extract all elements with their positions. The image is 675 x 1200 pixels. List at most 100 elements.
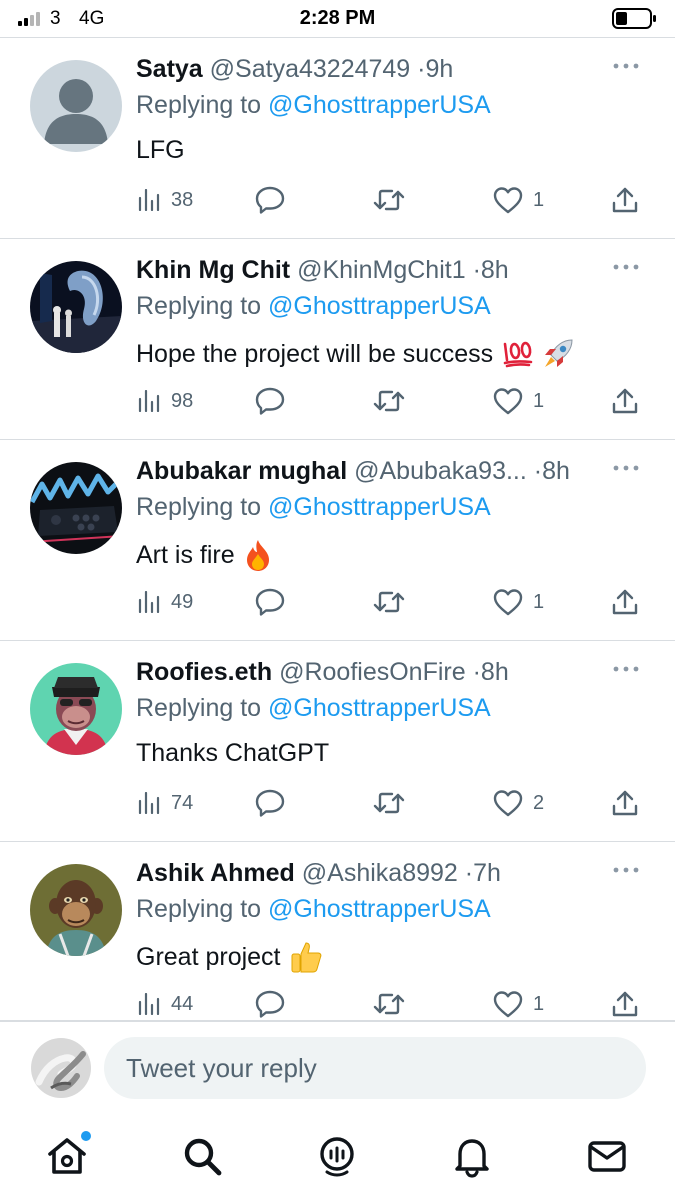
tweet-body: Hope the project will be success: [136, 339, 494, 368]
new-content-indicator: [81, 1131, 91, 1141]
user-handle[interactable]: @RoofiesOnFire: [279, 658, 466, 686]
tab-notifications[interactable]: [450, 1134, 494, 1178]
reply-tweet[interactable]: Abubakar mughal @Abubaka93... ·8h Replyi…: [0, 440, 675, 641]
avatar[interactable]: [30, 864, 122, 956]
user-handle[interactable]: @Ashika8992: [302, 859, 458, 887]
ape-avatar-olive-image: [30, 864, 122, 956]
views-button[interactable]: 38: [137, 180, 193, 220]
hundred-points-emoji: [503, 341, 533, 368]
timestamp[interactable]: 8h: [481, 658, 509, 686]
like-count: 1: [533, 188, 545, 211]
mention-link[interactable]: @GhosttrapperUSA: [268, 292, 491, 320]
avatar[interactable]: [30, 261, 122, 353]
tab-home[interactable]: [45, 1131, 91, 1178]
user-handle[interactable]: @Satya43224749: [210, 55, 411, 83]
avatar[interactable]: [30, 462, 122, 554]
views-icon: [138, 591, 160, 613]
like-button[interactable]: 1: [493, 582, 544, 622]
more-options-icon[interactable]: [611, 462, 641, 474]
arcade-avatar-image: [30, 462, 122, 554]
tab-messages[interactable]: [585, 1134, 629, 1178]
display-name[interactable]: Satya: [136, 55, 203, 83]
like-count: 2: [533, 791, 545, 814]
tweet-body: Thanks ChatGPT: [136, 739, 330, 767]
mention-link[interactable]: @GhosttrapperUSA: [268, 91, 491, 119]
like-button[interactable]: 1: [493, 381, 544, 421]
more-options-icon[interactable]: [611, 261, 641, 273]
views-button[interactable]: 74: [137, 783, 193, 823]
timestamp[interactable]: 9h: [426, 55, 454, 83]
views-count: 98: [171, 389, 194, 412]
mention-link[interactable]: @GhosttrapperUSA: [268, 493, 491, 521]
heart-icon: [493, 589, 523, 616]
tweet-text: Art is fire: [136, 538, 273, 572]
reply-tweet[interactable]: Roofies.eth @RoofiesOnFire ·8h Replying …: [0, 641, 675, 842]
timestamp[interactable]: 7h: [473, 859, 501, 887]
separator-dot: ·: [464, 859, 474, 887]
home-icon: [48, 1138, 86, 1174]
replying-to: Replying to @GhosttrapperUSA: [136, 91, 491, 120]
tweet-reply-input[interactable]: [104, 1037, 646, 1099]
retweet-button[interactable]: [373, 381, 405, 421]
reply-icon: [255, 387, 285, 415]
share-button[interactable]: [611, 582, 639, 622]
notifications-icon: [455, 1139, 489, 1178]
like-button[interactable]: 2: [493, 783, 544, 823]
like-button[interactable]: 1: [493, 984, 544, 1024]
reply-button[interactable]: [255, 381, 285, 421]
tweet-text: Great project: [136, 940, 323, 974]
replying-to: Replying to @GhosttrapperUSA: [136, 292, 491, 321]
retweet-button[interactable]: [373, 582, 405, 622]
display-name[interactable]: Ashik Ahmed: [136, 859, 295, 887]
avatar[interactable]: [30, 663, 122, 755]
timestamp[interactable]: 8h: [542, 457, 570, 485]
tab-spaces[interactable]: [315, 1134, 359, 1178]
share-button[interactable]: [611, 180, 639, 220]
timestamp[interactable]: 8h: [481, 256, 509, 284]
avatar[interactable]: [30, 60, 122, 152]
tab-search[interactable]: [180, 1134, 224, 1178]
display-name[interactable]: Khin Mg Chit: [136, 256, 290, 284]
retweet-button[interactable]: [373, 984, 405, 1024]
like-button[interactable]: 1: [493, 180, 544, 220]
reply-icon: [255, 588, 285, 616]
retweet-button[interactable]: [373, 783, 405, 823]
views-icon: [138, 390, 160, 412]
more-options-icon[interactable]: [611, 864, 641, 876]
reply-button[interactable]: [255, 783, 285, 823]
display-name[interactable]: Roofies.eth: [136, 658, 272, 686]
more-options-icon[interactable]: [611, 60, 641, 72]
views-button[interactable]: 98: [137, 381, 193, 421]
heart-icon: [493, 388, 523, 415]
heart-icon: [493, 991, 523, 1018]
views-button[interactable]: 49: [137, 582, 193, 622]
mention-link[interactable]: @GhosttrapperUSA: [268, 895, 491, 923]
share-button[interactable]: [611, 381, 639, 421]
more-options-icon[interactable]: [611, 663, 641, 675]
user-handle[interactable]: @KhinMgChit1: [297, 256, 466, 284]
views-icon: [138, 792, 160, 814]
mention-link[interactable]: @GhosttrapperUSA: [268, 694, 491, 722]
share-icon: [612, 388, 638, 414]
replying-prefix: Replying to: [136, 493, 269, 521]
retweet-button[interactable]: [373, 180, 405, 220]
my-avatar[interactable]: [31, 1038, 91, 1098]
rocket-emoji: [545, 339, 573, 367]
reply-button[interactable]: [255, 984, 285, 1024]
tweet-actions: 74 2: [0, 783, 675, 823]
share-button[interactable]: [611, 783, 639, 823]
reply-button[interactable]: [255, 180, 285, 220]
views-button[interactable]: 44: [137, 984, 193, 1024]
display-name[interactable]: Abubakar mughal: [136, 457, 347, 485]
like-count: 1: [533, 590, 545, 613]
share-button[interactable]: [611, 984, 639, 1024]
hands-avatar-image: [31, 1038, 91, 1098]
status-bar: 3 4G 2:28 PM: [0, 0, 675, 38]
reply-tweet[interactable]: Ashik Ahmed @Ashika8992 ·7h Replying to …: [0, 842, 675, 1021]
tweet-header: Roofies.eth @RoofiesOnFire ·8h: [136, 658, 509, 687]
reply-tweet[interactable]: Khin Mg Chit @KhinMgChit1 ·8h Replying t…: [0, 239, 675, 440]
reply-button[interactable]: [255, 582, 285, 622]
reply-tweet[interactable]: Satya @Satya43224749 ·9h Replying to @Gh…: [0, 38, 675, 239]
retweet-icon: [373, 390, 405, 412]
user-handle[interactable]: @Abubaka93...: [354, 457, 527, 485]
